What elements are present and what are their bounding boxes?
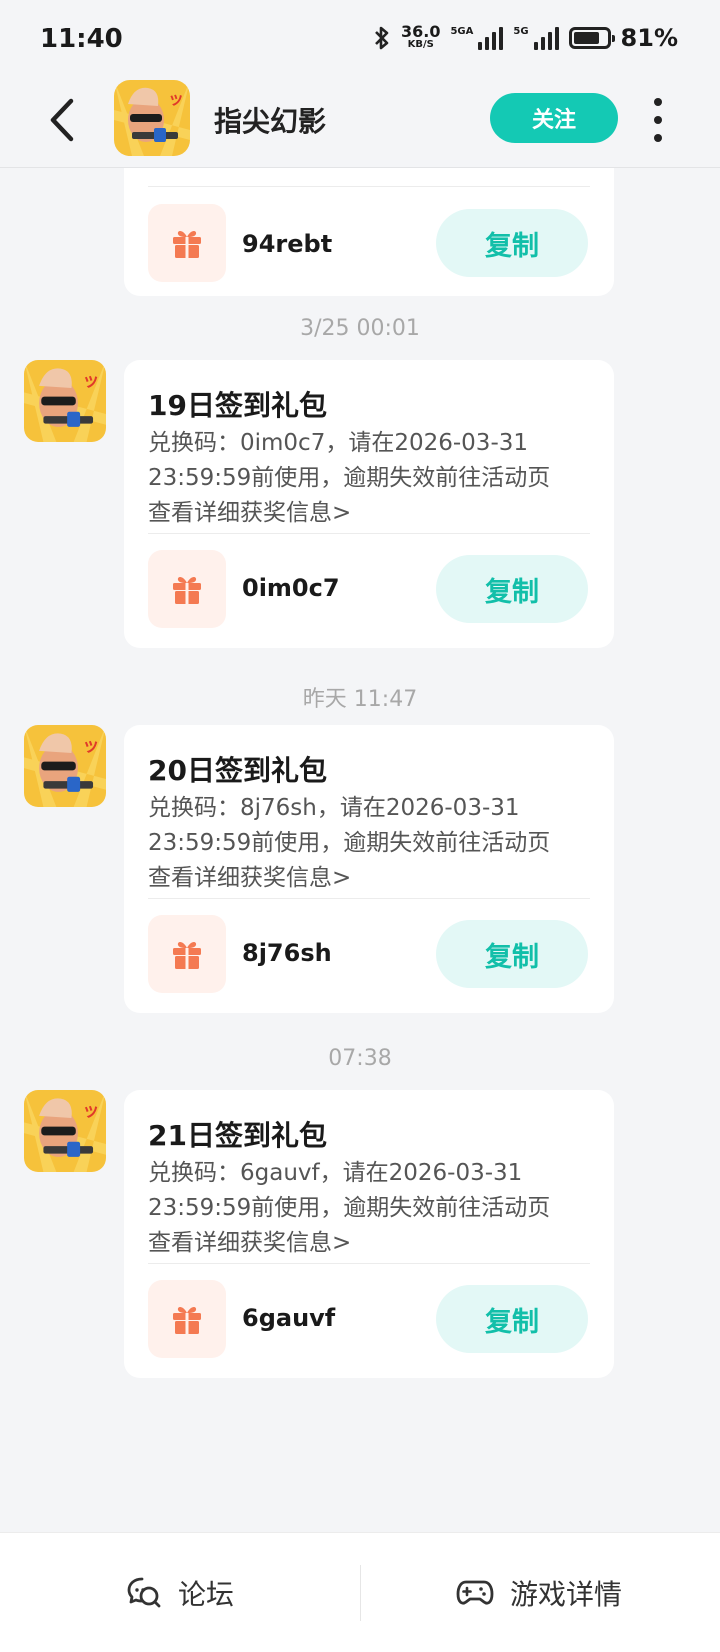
back-button[interactable] (42, 92, 82, 148)
message-title: 21日签到礼包 (148, 1119, 327, 1152)
tab-game-details[interactable]: 游戏详情 (456, 1563, 622, 1623)
game-logo[interactable]: ッ (114, 80, 190, 156)
gift-icon (173, 941, 201, 969)
signal-5g-icon: 5G (513, 26, 559, 50)
message-description[interactable]: 兑换码：6gauvf，请在2026-03-31 23:59:59前使用，逾期失效… (148, 1156, 596, 1261)
description-line: 兑换码：8j76sh，请在2026-03-31 (148, 795, 520, 821)
card-divider (148, 533, 590, 534)
battery-percent: 81% (620, 24, 678, 52)
avatar[interactable] (24, 725, 106, 807)
signal-5ga-tag: 5GA (450, 26, 474, 37)
copy-button[interactable]: 复制 (436, 209, 588, 277)
description-line: 兑换码：6gauvf，请在2026-03-31 (148, 1160, 523, 1186)
message-title: 19日签到礼包 (148, 389, 327, 422)
avatar[interactable] (24, 1090, 106, 1172)
gift-message-card: 19日签到礼包 兑换码：0im0c7，请在2026-03-31 23:59:59… (124, 360, 614, 648)
bluetooth-icon (375, 26, 389, 50)
card-divider (148, 186, 590, 187)
copy-button[interactable]: 复制 (436, 920, 588, 988)
gift-message-card: 20日签到礼包 兑换码：8j76sh，请在2026-03-31 23:59:59… (124, 725, 614, 1013)
gift-icon (173, 1306, 201, 1334)
description-line: 23:59:59前使用，逾期失效前往活动页 (148, 830, 551, 856)
signal-5ga-icon: 5GA (450, 26, 504, 50)
gift-icon-box (148, 915, 226, 993)
gift-icon (173, 576, 201, 604)
status-bar: 11:40 36.0 KB/S 5GA 5G 81% (0, 0, 720, 80)
view-details-link[interactable]: 查看详细获奖信息> (148, 861, 596, 896)
message-timestamp: 07:38 (328, 1046, 392, 1071)
game-character-icon (24, 1090, 106, 1172)
tab-game-details-label: 游戏详情 (510, 1578, 623, 1611)
description-line: 兑换码：0im0c7，请在2026-03-31 (148, 430, 529, 456)
nav-divider (360, 1565, 361, 1621)
gift-icon-box (148, 204, 226, 282)
copy-button[interactable]: 复制 (436, 555, 588, 623)
gamepad-icon (456, 1580, 494, 1605)
gift-icon (173, 230, 201, 258)
game-character-icon (24, 360, 106, 442)
gift-message-card: 94rebt 复制 (124, 168, 614, 296)
tab-forum-label: 论坛 (178, 1578, 235, 1611)
gift-icon-box (148, 550, 226, 628)
message-title: 20日签到礼包 (148, 754, 327, 787)
chat-header: ッ 指尖幻影 关注 (0, 80, 720, 168)
speed-value: 36.0 (400, 22, 441, 41)
redeem-code: 8j76sh (242, 939, 332, 967)
follow-button[interactable]: 关注 (490, 93, 618, 143)
gift-icon-box (148, 1280, 226, 1358)
redeem-code: 0im0c7 (242, 574, 340, 602)
redeem-code: 94rebt (242, 230, 333, 258)
more-options-icon[interactable] (648, 98, 668, 142)
bottom-nav: 论坛 游戏详情 (0, 1532, 720, 1652)
tab-forum[interactable]: 论坛 (126, 1563, 234, 1623)
battery-fill (573, 32, 600, 44)
view-details-link[interactable]: 查看详细获奖信息> (148, 496, 596, 531)
message-description[interactable]: 兑换码：8j76sh，请在2026-03-31 23:59:59前使用，逾期失效… (148, 791, 596, 896)
svg-text:ッ: ッ (168, 89, 184, 108)
game-character-icon: ッ (114, 80, 190, 156)
message-timestamp: 昨天 11:47 (302, 687, 418, 712)
speed-unit: KB/S (407, 39, 434, 50)
description-line: 23:59:59前使用，逾期失效前往活动页 (148, 465, 551, 491)
description-line: 23:59:59前使用，逾期失效前往活动页 (148, 1195, 551, 1221)
message-description[interactable]: 兑换码：0im0c7，请在2026-03-31 23:59:59前使用，逾期失效… (148, 426, 596, 531)
gift-message-card: 21日签到礼包 兑换码：6gauvf，请在2026-03-31 23:59:59… (124, 1090, 614, 1378)
forum-chat-icon (127, 1577, 161, 1608)
status-time: 11:40 (40, 24, 123, 54)
signal-5g-tag: 5G (513, 26, 529, 37)
message-timestamp: 3/25 00:01 (300, 316, 420, 341)
card-divider (148, 898, 590, 899)
status-icons: 36.0 KB/S 5GA 5G 81% (373, 24, 678, 52)
copy-button[interactable]: 复制 (436, 1285, 588, 1353)
redeem-code: 6gauvf (242, 1304, 336, 1332)
chevron-left-icon (50, 98, 74, 142)
page-title: 指尖幻影 (214, 105, 327, 138)
battery-icon (568, 27, 615, 49)
avatar[interactable] (24, 360, 106, 442)
game-character-icon (24, 725, 106, 807)
card-divider (148, 1263, 590, 1264)
view-details-link[interactable]: 查看详细获奖信息> (148, 1226, 596, 1261)
network-speed: 36.0 KB/S (400, 22, 441, 51)
message-feed[interactable]: 94rebt 复制 3/25 00:01 19日签到礼包 兑换码：0im0c7，… (0, 168, 720, 1532)
